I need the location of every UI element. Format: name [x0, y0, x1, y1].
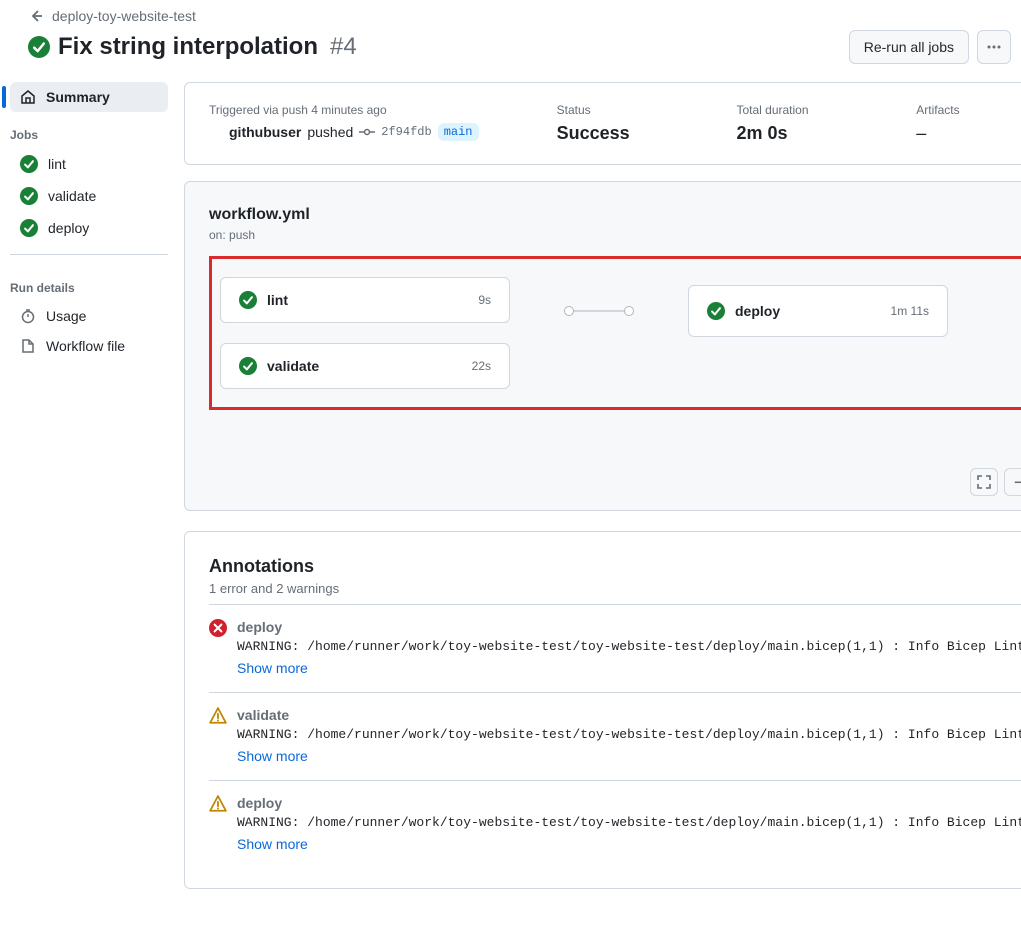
- annotation-item: validate WARNING: /home/runner/work/toy-…: [209, 692, 1021, 780]
- status-label: Status: [557, 103, 697, 117]
- warning-icon: [209, 795, 227, 852]
- status-value: Success: [557, 123, 630, 143]
- page-title: Fix string interpolation #4: [28, 33, 357, 61]
- check-circle-icon: [20, 219, 38, 237]
- file-icon: [20, 338, 36, 354]
- check-circle-icon: [28, 36, 50, 58]
- summary-card: Triggered via push 4 minutes ago githubu…: [184, 82, 1021, 165]
- workflow-card: workflow.yml on: push lint 9s validate 2…: [184, 181, 1021, 511]
- rerun-all-jobs-button[interactable]: Re-run all jobs: [849, 30, 969, 64]
- sidebar-item-label: lint: [48, 156, 66, 172]
- fullscreen-icon: [977, 475, 991, 489]
- duration-value: 2m 0s: [736, 123, 787, 143]
- sidebar-item-label: validate: [48, 188, 96, 204]
- annotation-item: deploy WARNING: /home/runner/work/toy-we…: [209, 780, 1021, 868]
- sidebar-item-label: deploy: [48, 220, 89, 236]
- check-circle-icon: [239, 357, 257, 375]
- job-name: validate: [267, 358, 319, 374]
- annotations-card: Annotations 1 error and 2 warnings deplo…: [184, 531, 1021, 889]
- arrow-left-icon[interactable]: [28, 8, 44, 24]
- sidebar-item-summary[interactable]: Summary: [10, 82, 168, 112]
- check-circle-icon: [239, 291, 257, 309]
- job-connector: [570, 310, 628, 312]
- show-more-link[interactable]: Show more: [237, 836, 308, 852]
- page-header: deploy-toy-website-test Fix string inter…: [10, 0, 1011, 82]
- annotations-subtitle: 1 error and 2 warnings: [209, 581, 1021, 596]
- run-title: Fix string interpolation: [58, 33, 318, 61]
- sidebar-item-label: Usage: [46, 308, 86, 324]
- job-duration: 22s: [472, 359, 491, 373]
- sidebar-item-label: Summary: [46, 89, 110, 105]
- breadcrumb: deploy-toy-website-test: [28, 8, 1011, 24]
- workflow-graph: lint 9s validate 22s deploy: [209, 256, 1021, 410]
- trigger-label: Triggered via push 4 minutes ago: [209, 103, 517, 117]
- more-menu-button[interactable]: [977, 30, 1011, 64]
- sidebar-item-job-deploy[interactable]: deploy: [10, 212, 168, 244]
- workflow-on: on: push: [209, 228, 1021, 242]
- sidebar-item-label: Workflow file: [46, 338, 125, 354]
- zoom-out-button[interactable]: −: [1005, 469, 1021, 495]
- annotations-title: Annotations: [209, 556, 1021, 577]
- job-node-validate[interactable]: validate 22s: [220, 343, 510, 389]
- job-node-deploy[interactable]: deploy 1m 11s: [688, 285, 948, 337]
- fullscreen-button[interactable]: [970, 468, 998, 496]
- annotation-job: validate: [237, 707, 1021, 723]
- artifacts-value: –: [916, 123, 1021, 144]
- workflow-file-name: workflow.yml: [209, 206, 1021, 224]
- job-duration: 9s: [478, 293, 491, 307]
- check-circle-icon: [20, 155, 38, 173]
- job-node-lint[interactable]: lint 9s: [220, 277, 510, 323]
- sidebar-item-job-lint[interactable]: lint: [10, 148, 168, 180]
- annotation-message: WARNING: /home/runner/work/toy-website-t…: [237, 815, 1021, 830]
- check-circle-icon: [20, 187, 38, 205]
- job-duration: 1m 11s: [891, 304, 929, 318]
- stopwatch-icon: [20, 308, 36, 324]
- job-name: lint: [267, 292, 288, 308]
- commit-hash[interactable]: 2f94fdb: [381, 125, 431, 139]
- trigger-user[interactable]: githubuser: [229, 124, 301, 140]
- sidebar-heading-run-details: Run details: [10, 265, 168, 301]
- duration-label: Total duration: [736, 103, 876, 117]
- sidebar-item-usage[interactable]: Usage: [10, 301, 168, 331]
- kebab-icon: [986, 39, 1002, 55]
- check-circle-icon: [707, 302, 725, 320]
- warning-icon: [209, 707, 227, 764]
- run-number: #4: [330, 33, 357, 61]
- sidebar-heading-jobs: Jobs: [10, 112, 168, 148]
- annotation-message: WARNING: /home/runner/work/toy-website-t…: [237, 639, 1021, 654]
- artifacts-label: Artifacts: [916, 103, 1021, 117]
- x-circle-icon: [209, 619, 227, 676]
- sidebar-item-job-validate[interactable]: validate: [10, 180, 168, 212]
- show-more-link[interactable]: Show more: [237, 748, 308, 764]
- show-more-link[interactable]: Show more: [237, 660, 308, 676]
- breadcrumb-link[interactable]: deploy-toy-website-test: [52, 8, 196, 24]
- branch-badge[interactable]: main: [438, 123, 479, 141]
- annotation-job: deploy: [237, 795, 1021, 811]
- sidebar-separator: [10, 254, 168, 255]
- zoom-control: − +: [1004, 468, 1021, 496]
- annotation-message: WARNING: /home/runner/work/toy-website-t…: [237, 727, 1021, 742]
- annotation-item: deploy WARNING: /home/runner/work/toy-we…: [209, 604, 1021, 692]
- home-icon: [20, 89, 36, 105]
- annotation-job: deploy: [237, 619, 1021, 635]
- commit-icon: [359, 124, 375, 140]
- job-name: deploy: [735, 303, 780, 319]
- sidebar: Summary Jobs lint validate deploy Run de…: [10, 82, 168, 905]
- sidebar-item-workflow-file[interactable]: Workflow file: [10, 331, 168, 361]
- trigger-action: pushed: [307, 124, 353, 140]
